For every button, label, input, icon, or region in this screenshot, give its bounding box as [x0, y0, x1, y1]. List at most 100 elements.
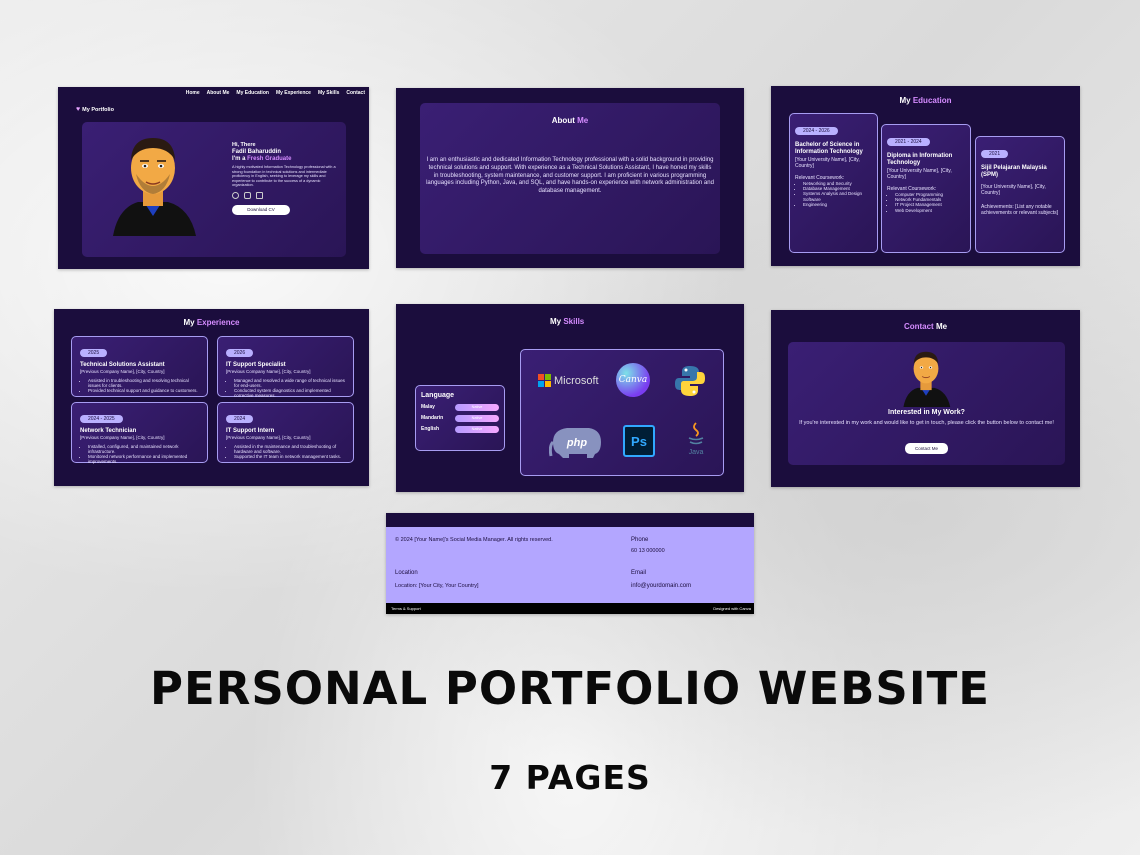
footer-email-label: Email: [631, 570, 647, 576]
hero-tagline: I'm a Fresh Graduate: [232, 156, 337, 163]
tools-card: Microsoft Canva php Ps Java: [520, 349, 724, 476]
photoshop-icon: Ps: [623, 425, 655, 457]
exp-list-4: Assisted in the maintenance and troubles…: [226, 444, 345, 460]
about-panel: About Me I am an enthusiastic and dedica…: [396, 88, 744, 268]
canva-label: Canva: [618, 375, 648, 385]
nav-skills[interactable]: My Skills: [318, 90, 339, 96]
exp-role-3: Network Technician: [80, 428, 137, 434]
footer-email[interactable]: info@yourdomain.com: [631, 583, 691, 589]
exp-company-3: [Previous Company Name], [City, Country]: [80, 435, 165, 440]
designed-with: Designed with Canva: [713, 606, 751, 611]
linkedin-icon[interactable]: [256, 191, 263, 199]
education-title: My Education: [771, 96, 1080, 105]
footer-panel: © 2024 [Your Name]'s Social Media Manage…: [386, 513, 754, 614]
language-title: Language: [421, 392, 455, 399]
edu-degree-1: Bachelor of Science in Information Techn…: [795, 142, 863, 155]
contact-title-a: Contact: [903, 322, 936, 331]
about-title-a: About: [551, 116, 578, 125]
edu-years-2: 2021 - 2024: [887, 138, 930, 146]
logo-text: My Portfolio: [82, 106, 114, 113]
list-item: Managed and resolved a wide range of tec…: [234, 378, 345, 388]
nav-experience[interactable]: My Experience: [276, 90, 311, 96]
exp-years-1: 2025: [80, 349, 108, 357]
about-text: I am an enthusiastic and dedicated Infor…: [426, 157, 714, 195]
footer-location-label: Location: [395, 570, 418, 576]
language-card: Language Malay Native Mandarin Native En…: [415, 385, 505, 451]
avatar: [113, 138, 196, 236]
exp-role-4: IT Support Intern: [226, 428, 275, 434]
contact-me-button[interactable]: Contact Me: [905, 443, 948, 454]
edu-card-1: 2024 - 2026 Bachelor of Science in Infor…: [789, 113, 878, 253]
nav-education[interactable]: My Education: [236, 90, 269, 96]
education-panel: My Education 2024 - 2026 Bachelor of Sci…: [771, 86, 1080, 266]
list-item: Assisted in the maintenance and troubles…: [234, 444, 345, 454]
contact-text: If you're interested in my work and woul…: [799, 420, 1054, 426]
experience-title: My Experience: [54, 318, 369, 327]
nav-about[interactable]: About Me: [207, 90, 230, 96]
download-cv-button[interactable]: Download CV: [232, 204, 290, 215]
edu-place-2: [Your University Name], [City, Country]: [887, 168, 952, 180]
language-row: Mandarin Native: [421, 415, 499, 422]
edu-place-1: [Your University Name], [City, Country]: [795, 157, 860, 169]
language-level: Native: [455, 426, 499, 433]
list-item: Engineering: [803, 202, 872, 207]
php-label: php: [566, 437, 587, 449]
about-card: About Me I am an enthusiastic and dedica…: [420, 103, 720, 254]
exp-card-4: 2024 IT Support Intern [Previous Company…: [217, 402, 354, 463]
hero-card: Hi, There Fadil Baharuddin I'm a Fresh G…: [82, 122, 346, 257]
list-item: Web Development: [895, 208, 965, 213]
nav-contact[interactable]: Contact: [346, 90, 365, 96]
hero-intro: A highly motivated Information Technolog…: [232, 165, 336, 187]
photoshop-label: Ps: [631, 433, 647, 449]
exp-list-1: Assisted in troubleshooting and resolvin…: [80, 378, 199, 394]
footer-phone: 60 13 000000: [631, 548, 665, 554]
logo[interactable]: ♥ My Portfolio: [76, 106, 114, 113]
footer-copyright: © 2024 [Your Name]'s Social Media Manage…: [395, 537, 553, 543]
footer-phone-label: Phone: [631, 537, 649, 543]
contact-heading: Interested in My Work?: [888, 409, 965, 416]
language-name: Mandarin: [421, 415, 444, 421]
footer-body: © 2024 [Your Name]'s Social Media Manage…: [386, 527, 754, 603]
skills-panel: My Skills Language Malay Native Mandarin…: [396, 304, 744, 492]
edu-years-3: 2021: [981, 150, 1009, 158]
list-item: Conducted system diagnostics and impleme…: [234, 388, 345, 398]
facebook-icon[interactable]: [232, 191, 239, 199]
edu-title-a: My: [899, 96, 913, 105]
nav-bar: Home About Me My Education My Experience…: [186, 90, 365, 96]
hero-panel: Home About Me My Education My Experience…: [58, 87, 369, 269]
microsoft-icon: Microsoft: [538, 374, 599, 387]
exp-years-4: 2024: [226, 415, 254, 423]
tagline-highlight: Fresh Graduate: [247, 156, 292, 162]
terms-link[interactable]: Terms & Support: [391, 606, 421, 611]
tagline-prefix: I'm a: [232, 156, 248, 162]
contact-card: Interested in My Work? If you're interes…: [788, 342, 1065, 465]
footer-location: Location: [Your City, Your Country]: [395, 583, 479, 589]
edu-list-2: Computer Programming Network Fundamental…: [887, 192, 965, 213]
microsoft-label: Microsoft: [554, 374, 599, 387]
exp-title-a: My: [183, 318, 197, 327]
instagram-icon[interactable]: [244, 191, 251, 199]
contact-title: Contact Me: [771, 322, 1080, 331]
exp-role-1: Technical Solutions Assistant: [80, 362, 165, 368]
contact-title-b: Me: [935, 322, 948, 331]
about-title: About Me: [420, 116, 720, 125]
list-item: Assisted in troubleshooting and resolvin…: [88, 378, 199, 388]
python-icon: [675, 366, 705, 396]
experience-panel: My Experience 2025 Technical Solutions A…: [54, 309, 369, 486]
edu-years-1: 2024 - 2026: [795, 127, 838, 135]
java-icon: Java: [681, 422, 711, 462]
heart-icon: ♥: [76, 106, 81, 113]
list-item: Monitored network performance and implem…: [88, 454, 199, 464]
social-icons: [232, 191, 337, 199]
edu-degree-3: Sijil Pelajaran Malaysia (SPM): [981, 165, 1047, 178]
exp-company-2: [Previous Company Name], [City, Country]: [226, 369, 311, 374]
skills-title: My Skills: [396, 317, 744, 326]
nav-home[interactable]: Home: [186, 90, 200, 96]
exp-card-3: 2024 - 2025 Network Technician [Previous…: [71, 402, 208, 464]
exp-years-3: 2024 - 2025: [80, 415, 123, 423]
canva-icon: Canva: [616, 363, 650, 397]
exp-card-2: 2026 IT Support Specialist [Previous Com…: [217, 336, 354, 398]
exp-company-4: [Previous Company Name], [City, Country]: [226, 435, 311, 440]
edu-title-b: Education: [912, 96, 952, 105]
list-item: Systems Analysis and Design Software: [803, 191, 872, 201]
